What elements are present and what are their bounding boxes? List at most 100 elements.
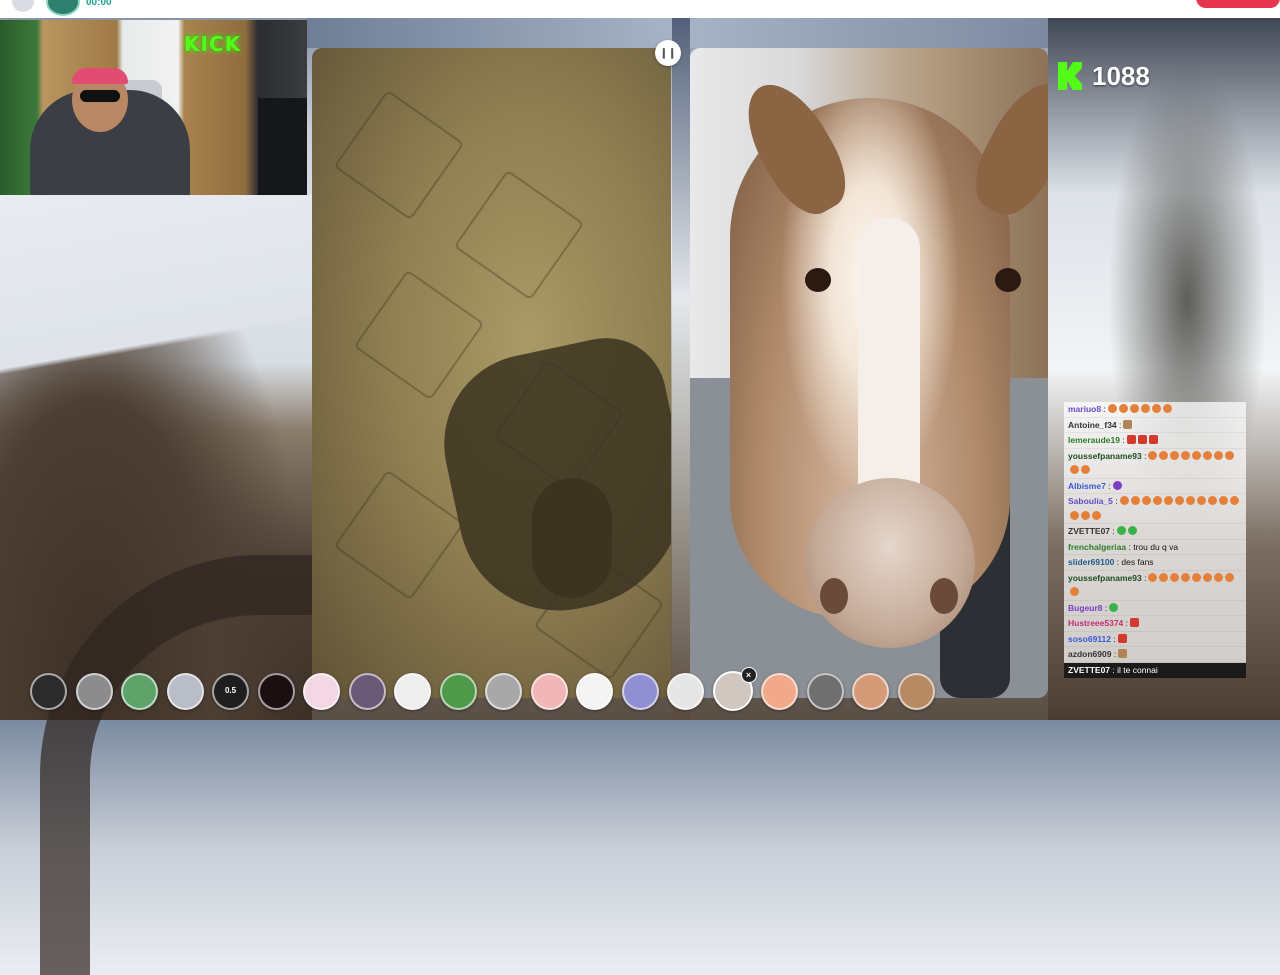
remove-reaction-icon[interactable]: ×	[740, 667, 757, 683]
emote-icon	[1170, 450, 1180, 460]
robot-reaction[interactable]	[667, 672, 704, 710]
donkey-nostril	[930, 578, 958, 614]
chat-message: Antoine_f34 :	[1064, 418, 1246, 433]
ghost-reaction[interactable]	[166, 672, 204, 710]
emote-icon	[1170, 572, 1180, 582]
donkey-filter	[729, 69, 1048, 648]
emote-icon	[1159, 450, 1169, 460]
alien-reaction[interactable]	[121, 672, 158, 710]
chat-message: youssefpaname93 :	[1064, 571, 1246, 601]
emote-icon	[1196, 496, 1206, 505]
chat-text: :	[1141, 572, 1147, 583]
background-gap	[672, 18, 690, 720]
chat-username[interactable]: youssefpaname93	[1068, 573, 1142, 583]
chat-text: : trou du q va	[1126, 541, 1179, 552]
emote-icon	[1185, 496, 1195, 505]
emote-icon	[1163, 496, 1173, 505]
emote-icon	[1225, 572, 1235, 582]
menu-button[interactable]	[12, 0, 34, 12]
call-timer: 00:00	[86, 0, 112, 8]
streamer-bandana	[72, 68, 128, 84]
emote-icon	[1070, 465, 1079, 474]
emote-icon	[1151, 404, 1161, 413]
kick-logo-icon	[1058, 62, 1082, 90]
chat-username[interactable]: Antoine_f34	[1068, 420, 1117, 430]
devil-reaction[interactable]	[257, 672, 295, 710]
emote-icon	[1070, 587, 1079, 596]
emote-icon	[1141, 496, 1151, 505]
emote-icon	[1081, 465, 1090, 474]
emote-icon	[1181, 450, 1191, 460]
reaction-toolbar: 0.5 ×	[30, 667, 935, 711]
chat-username[interactable]: slider69100	[1068, 557, 1114, 567]
mask-reaction[interactable]	[806, 672, 844, 710]
video-feed-left[interactable]	[312, 48, 671, 698]
speed-icon: 0.5	[224, 686, 237, 695]
floor-tile	[333, 89, 465, 221]
sad-face-reaction[interactable]	[485, 672, 522, 710]
emote-icon	[1152, 496, 1162, 505]
black-ring-reaction[interactable]	[30, 672, 67, 710]
emote-icon	[1119, 496, 1129, 505]
chat-text: :	[1111, 633, 1116, 644]
emote-icon	[1070, 510, 1079, 520]
emote-icon	[1214, 450, 1224, 460]
dog-reaction[interactable]	[897, 672, 935, 710]
video-feed-right[interactable]	[690, 48, 1048, 698]
chat-username[interactable]: lemeraude19	[1068, 435, 1120, 445]
chat-username[interactable]: soso69112	[1068, 634, 1111, 644]
chat-text: :	[1119, 435, 1125, 445]
cat-reaction[interactable]	[303, 672, 340, 710]
chat-text: :	[1105, 480, 1111, 491]
chat-username[interactable]: azdon6909	[1068, 649, 1111, 659]
emote-icon	[1162, 404, 1172, 413]
chat-username[interactable]: ZVETTE07	[1068, 665, 1110, 675]
chat-text: : des fans	[1114, 557, 1154, 567]
zombie-reaction[interactable]	[439, 672, 477, 710]
monkey-reaction[interactable]	[348, 672, 386, 710]
chat-message: lemeraude19 :	[1064, 433, 1246, 449]
chat-overlay: mariuo8 : Antoine_f34 : lemeraude19 : youss…	[1064, 402, 1246, 678]
chat-username[interactable]: frenchalgeriaa	[1068, 542, 1126, 552]
end-call-button[interactable]	[1196, 0, 1280, 8]
chat-text: : il te connai	[1110, 664, 1158, 675]
emote-icon	[1207, 496, 1217, 505]
chat-username[interactable]: Bugeur8	[1068, 603, 1102, 613]
chat-username[interactable]: Hustreee5374	[1068, 618, 1123, 628]
emote-icon	[1107, 404, 1117, 413]
chat-text: :	[1102, 602, 1108, 613]
emote-icon	[1140, 404, 1150, 413]
chat-username[interactable]: Albisme7	[1068, 481, 1106, 491]
face-neutral-reaction[interactable]	[75, 672, 113, 710]
kick-neon-sign: KICK	[184, 32, 242, 56]
emote-icon	[1116, 526, 1126, 535]
chat-message: Bugeur8 :	[1064, 601, 1246, 616]
emote-icon	[1117, 633, 1127, 643]
chat-text: :	[1141, 450, 1147, 461]
chat-message: Albisme7 :	[1064, 479, 1246, 494]
emote-icon	[1112, 480, 1122, 490]
chat-username[interactable]: Saboulia_5	[1068, 496, 1113, 506]
human-face-reaction[interactable]	[852, 672, 889, 710]
speed-reaction[interactable]: 0.5	[212, 672, 249, 710]
chat-text: :	[1101, 404, 1106, 414]
peach-reaction[interactable]	[761, 672, 798, 710]
panda-reaction[interactable]	[394, 672, 431, 710]
avatar[interactable]	[46, 0, 80, 16]
chat-username[interactable]: mariuo8	[1068, 404, 1101, 414]
emote-icon	[1130, 496, 1140, 505]
pause-button[interactable]: ❙❙	[655, 40, 681, 66]
donkey-reaction[interactable]: ×	[712, 667, 757, 711]
chat-message: Hustreee5374 :	[1064, 616, 1246, 632]
pause-icon: ❙❙	[659, 47, 677, 59]
stars-reaction[interactable]	[576, 672, 613, 710]
blush-reaction[interactable]	[530, 672, 568, 710]
galaxy-reaction[interactable]	[621, 672, 659, 710]
emote-icon	[1130, 618, 1140, 627]
chat-username[interactable]: youssefpaname93	[1068, 451, 1142, 461]
chat-text: :	[1112, 496, 1118, 506]
emote-icon	[1225, 450, 1235, 460]
chat-username[interactable]: ZVETTE07	[1068, 526, 1110, 536]
floor-tile	[333, 469, 465, 601]
donkey-eye-right	[995, 268, 1021, 292]
